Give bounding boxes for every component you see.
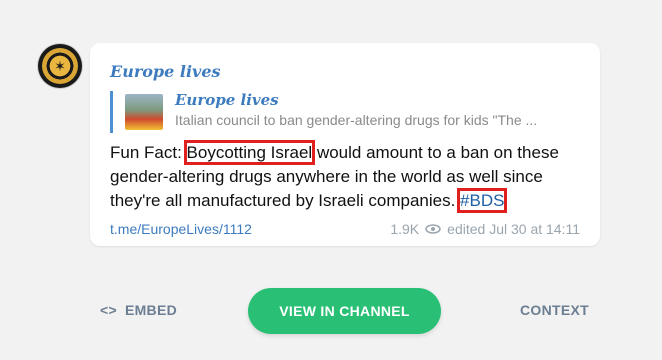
post-link[interactable]: t.me/EuropeLives/1112 xyxy=(110,221,252,237)
reply-preview-text: Italian council to ban gender-altering d… xyxy=(175,112,538,128)
meta-right: 1.9K edited Jul 30 at 14:11 xyxy=(390,221,580,237)
view-in-channel-button[interactable]: VIEW IN CHANNEL xyxy=(248,288,441,334)
message-meta: t.me/EuropeLives/1112 1.9K edited Jul 30… xyxy=(110,221,580,239)
author-name[interactable]: Europe lives xyxy=(110,62,221,81)
view-count: 1.9K xyxy=(390,221,420,237)
message-part-1: Fun Fact: xyxy=(110,143,187,162)
hashtag-link[interactable]: #BDS xyxy=(457,188,508,213)
highlighted-phrase: Boycotting Israel xyxy=(183,140,316,165)
reply-quote[interactable]: Europe lives Italian council to ban gend… xyxy=(110,91,591,133)
message-text: Fun Fact: Boycotting Israel would amount… xyxy=(110,140,595,213)
reply-author: Europe lives xyxy=(175,91,279,109)
channel-avatar[interactable]: ✶ xyxy=(38,44,82,88)
message-bubble: Europe lives Europe lives Italian counci… xyxy=(90,43,600,246)
embed-label: EMBED xyxy=(124,302,178,318)
code-brackets-icon: <> xyxy=(100,302,117,318)
eye-icon xyxy=(425,224,441,234)
edited-timestamp: edited Jul 30 at 14:11 xyxy=(447,221,580,237)
reply-thumbnail xyxy=(125,94,163,130)
post-panel: ✶ Europe lives Europe lives Italian coun… xyxy=(0,0,662,360)
context-button[interactable]: CONTEXT xyxy=(520,302,589,318)
action-bar: <> EMBED VIEW IN CHANNEL CONTEXT xyxy=(0,286,662,336)
embed-button[interactable]: <> EMBED xyxy=(100,302,177,318)
channel-logo-icon: ✶ xyxy=(42,48,78,84)
